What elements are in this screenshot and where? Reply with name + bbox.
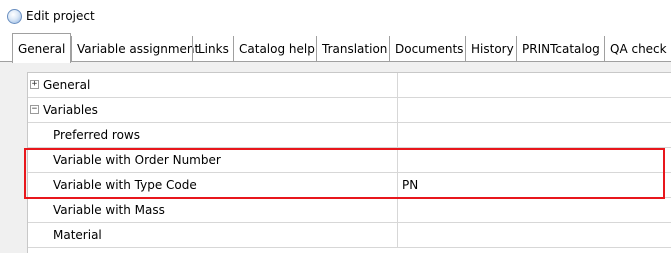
property-name-cell: + General <box>28 73 398 97</box>
property-name-cell: Material <box>28 223 398 247</box>
property-label: Variable with Type Code <box>53 178 197 192</box>
property-label: Material <box>53 228 102 242</box>
window-title: Edit project <box>26 9 95 23</box>
expand-icon[interactable]: + <box>30 80 39 89</box>
property-value[interactable]: PN <box>402 178 418 192</box>
tab-printcatalog[interactable]: PRINTcatalog <box>516 36 605 62</box>
tab-documents[interactable]: Documents <box>389 36 468 62</box>
property-row-mass[interactable]: Variable with Mass <box>28 198 671 223</box>
group-row-general[interactable]: + General <box>28 73 671 98</box>
tab-catalog-help[interactable]: Catalog help <box>233 36 320 62</box>
tab-links[interactable]: Links <box>192 36 234 62</box>
app-globe-icon <box>7 9 22 24</box>
property-row-type-code[interactable]: Variable with Type Code PN <box>28 173 671 198</box>
property-label: Preferred rows <box>53 128 140 142</box>
group-label: Variables <box>43 103 98 117</box>
group-label: General <box>43 78 91 92</box>
tab-general[interactable]: General <box>12 33 72 63</box>
property-name-cell: Variable with Mass <box>28 198 398 222</box>
group-row-variables[interactable]: − Variables <box>28 98 671 123</box>
property-row-material[interactable]: Material <box>28 223 671 248</box>
property-name-cell: Variable with Order Number <box>28 148 398 172</box>
property-panel: + General − Variables Preferred rows Var… <box>0 62 671 253</box>
tab-translation[interactable]: Translation <box>316 36 392 62</box>
property-name-cell: Preferred rows <box>28 123 398 147</box>
edit-project-window: Edit project General Variable assignment… <box>0 0 671 253</box>
tab-variable-assignment[interactable]: Variable assignment <box>71 36 204 62</box>
property-name-cell: Variable with Type Code <box>28 173 398 197</box>
tab-history[interactable]: History <box>465 36 519 62</box>
property-label: Variable with Order Number <box>53 153 221 167</box>
tab-strip: General Variable assignment Links Catalo… <box>0 33 671 63</box>
property-label: Variable with Mass <box>53 203 165 217</box>
property-row-order-number[interactable]: Variable with Order Number <box>28 148 671 173</box>
property-row-preferred-rows[interactable]: Preferred rows <box>28 123 671 148</box>
collapse-icon[interactable]: − <box>30 105 39 114</box>
title-bar: Edit project <box>0 0 671 33</box>
tab-qa-check[interactable]: QA check <box>604 36 671 62</box>
property-grid: + General − Variables Preferred rows Var… <box>27 72 671 253</box>
property-name-cell: − Variables <box>28 98 398 122</box>
